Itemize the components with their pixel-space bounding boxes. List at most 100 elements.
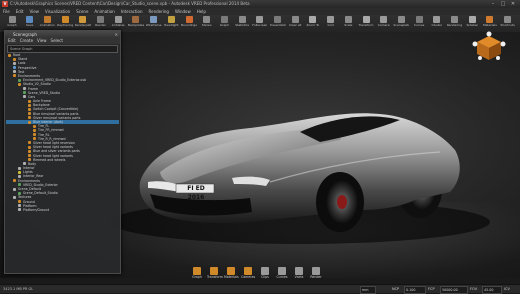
module-button-0[interactable]: Graph	[190, 266, 204, 284]
menu-interaction[interactable]: Interaction	[118, 8, 146, 15]
close-button[interactable]: ✕	[508, 1, 518, 7]
toolbar-button-2[interactable]: Animation	[39, 16, 55, 31]
toolbar-button-5[interactable]: Render	[93, 16, 109, 31]
toolbar-button-19[interactable]: Scale	[340, 16, 356, 31]
toolbar-button-23[interactable]: Curves	[411, 16, 427, 31]
menu-animation[interactable]: Animation	[91, 8, 117, 15]
module-icon	[210, 267, 218, 275]
toolbar-button-27[interactable]: Materials	[482, 16, 498, 31]
menu-visualization[interactable]: Visualization	[42, 8, 73, 15]
module-button-1[interactable]: Transform	[207, 266, 223, 284]
scenegraph-title-bar[interactable]: Scenegraph ✕	[5, 31, 120, 38]
toolbar-label: Wireframe	[145, 23, 162, 27]
module-button-3[interactable]: Cameras	[241, 266, 255, 284]
toolbar-button-12[interactable]: Graph	[216, 16, 232, 31]
tree-row[interactable]: Platform/Ground	[6, 208, 119, 212]
toolbar-button-10[interactable]: Boundings	[181, 16, 197, 31]
scenegraph-filter-input[interactable]: Scene Graph	[7, 45, 118, 53]
toolbar-label: Backplates	[127, 23, 144, 27]
toolbar-label: Renderpath	[74, 23, 91, 27]
toolbar-button-11[interactable]: Stereo	[199, 16, 215, 31]
scenegraph-menu-select[interactable]: Select	[51, 38, 63, 43]
toolbar-icon	[203, 16, 211, 23]
toolbar-label: Animation	[39, 23, 56, 27]
toolbar-button-3[interactable]: Raytracing	[57, 16, 73, 31]
title-bar: V C:\Autodesk\Graphics Scenes\VRED Conte…	[0, 0, 520, 8]
module-button-2[interactable]: Materials	[224, 266, 239, 284]
toolbar-button-21[interactable]: Camera	[376, 16, 392, 31]
toolbar-button-26[interactable]: Sidebar	[464, 16, 480, 31]
scenegraph-menu-create[interactable]: Create	[20, 38, 33, 43]
module-button-5[interactable]: Curves	[275, 266, 289, 284]
minimize-button[interactable]: –	[488, 1, 498, 7]
toolbar-icon	[132, 16, 140, 23]
node-icon	[28, 141, 31, 145]
toolbar-button-15[interactable]: Presentation	[270, 16, 286, 31]
menu-scene[interactable]: Scene	[73, 8, 91, 15]
toolbar-button-6[interactable]: Antialias	[110, 16, 126, 31]
node-icon	[13, 195, 16, 199]
node-icon	[18, 200, 21, 204]
menu-window[interactable]: Window	[172, 8, 194, 15]
toolbar-label: Cluster	[431, 23, 443, 27]
toolbar-button-22[interactable]: Sceneplate	[393, 16, 409, 31]
maximize-button[interactable]: □	[498, 1, 508, 7]
toolbar-icon	[97, 16, 104, 23]
scenegraph-menu-edit[interactable]: Edit	[8, 38, 16, 43]
toolbar-label: Zoom To	[306, 23, 320, 27]
menu-file[interactable]: File	[0, 8, 13, 15]
scenegraph-menu-view[interactable]: View	[37, 38, 47, 43]
toolbar-button-25[interactable]: Rendering	[447, 16, 463, 31]
module-label: Graph	[192, 275, 202, 279]
ncp-input[interactable]: 0.100	[404, 286, 426, 294]
module-button-7[interactable]: Render	[309, 266, 323, 284]
toolbar-button-17[interactable]: Zoom To	[305, 16, 321, 31]
module-icon	[244, 267, 252, 275]
toolbar-button-4[interactable]: Renderpath	[75, 16, 91, 31]
toolbar-label: Fullscreen	[252, 23, 268, 27]
menu-view[interactable]: View	[26, 8, 42, 15]
toolbar-button-0[interactable]: Graph	[4, 16, 20, 31]
toolbar-button-28[interactable]: Shortcuts	[500, 16, 516, 31]
node-icon	[28, 149, 31, 153]
toolbar-label: Presentation	[269, 23, 286, 27]
node-icon	[28, 103, 31, 107]
toolbar-button-1[interactable]: Save	[22, 16, 38, 31]
module-icon	[193, 267, 201, 275]
toolbar-label: Shortcuts	[500, 23, 515, 27]
navigation-cube-icon[interactable]	[470, 30, 508, 66]
toolbar-icon	[486, 16, 494, 23]
toolbar-button-18[interactable]: Grid	[323, 16, 339, 31]
toolbar-icon	[8, 16, 16, 23]
toolbar-button-24[interactable]: Cluster	[429, 16, 445, 31]
module-icon	[312, 267, 320, 275]
toolbar-button-20[interactable]: Transform	[358, 16, 374, 31]
toolbar-button-9[interactable]: Headlight	[163, 16, 179, 31]
toolbar-label: Sceneplate	[393, 23, 410, 27]
node-icon	[18, 170, 21, 174]
module-button-4[interactable]: Clips	[258, 266, 272, 284]
node-icon	[8, 53, 11, 57]
toolbar-icon	[291, 16, 299, 23]
fov-input[interactable]: 45.00	[482, 286, 502, 294]
fcp-input[interactable]: 50000.00	[440, 286, 468, 294]
close-panel-icon[interactable]: ✕	[115, 31, 118, 38]
module-button-6[interactable]: Vsets	[292, 266, 306, 284]
node-icon	[13, 70, 16, 74]
menu-help[interactable]: Help	[194, 8, 209, 15]
menu-edit[interactable]: Edit	[13, 8, 27, 15]
toolbar-label: Stereo	[201, 23, 212, 27]
toolbar-button-14[interactable]: Fullscreen	[252, 16, 268, 31]
node-icon	[33, 124, 36, 128]
menu-rendering[interactable]: Rendering	[146, 8, 172, 15]
toolbar-button-8[interactable]: Wireframe	[146, 16, 162, 31]
node-icon	[18, 82, 21, 86]
node-icon	[23, 162, 26, 166]
units-select[interactable]: mm	[360, 286, 376, 294]
toolbar-icon	[43, 16, 51, 23]
toolbar-button-13[interactable]: Statistics	[234, 16, 250, 31]
toolbar-label: Raytracing	[57, 23, 74, 27]
toolbar-button-7[interactable]: Backplates	[128, 16, 144, 31]
toolbar-button-16[interactable]: Clear all	[287, 16, 303, 31]
module-icon	[227, 267, 235, 275]
